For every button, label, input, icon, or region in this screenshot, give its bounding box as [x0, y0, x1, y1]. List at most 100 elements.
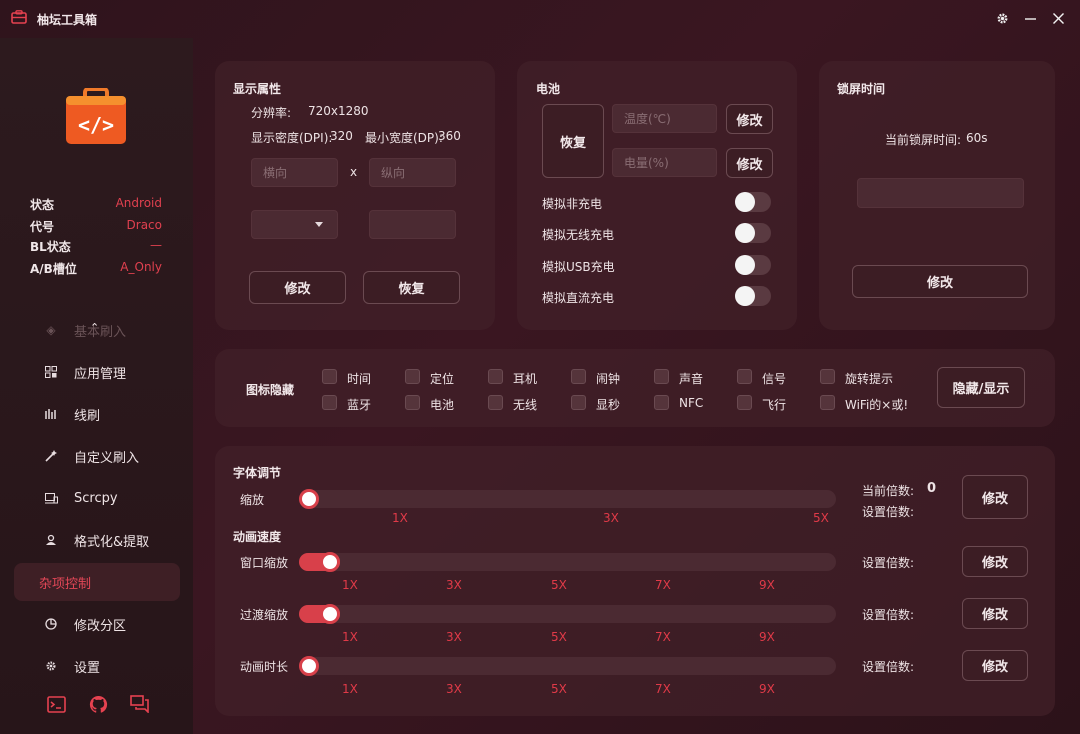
dpi-dropdown[interactable]	[251, 210, 338, 239]
flash-icon: ◈	[46, 323, 56, 337]
settings-gear-icon[interactable]	[993, 9, 1011, 27]
toggle-label-dc-charging: 模拟直流充电	[542, 291, 615, 305]
toggle-wireless-charging[interactable]	[735, 223, 771, 243]
icon-hide-checkbox[interactable]	[322, 369, 337, 384]
chat-icon[interactable]	[130, 694, 150, 714]
close-icon[interactable]	[1049, 9, 1067, 27]
temperature-modify-button[interactable]: 修改	[726, 104, 773, 134]
icon-hide-checkbox[interactable]	[737, 369, 752, 384]
icon-hide-label: 蓝牙	[347, 398, 372, 412]
sidebar-item-custom-flash[interactable]: 自定义刷入	[14, 437, 180, 475]
battery-restore-button[interactable]: 恢复	[542, 104, 604, 178]
font-modify-button[interactable]: 修改	[962, 475, 1028, 519]
lock-time-label: 当前锁屏时间:	[885, 133, 962, 147]
hide-show-button[interactable]: 隐藏/显示	[937, 367, 1025, 408]
icon-hide-label: 旋转提示	[845, 372, 894, 386]
times-sign: x	[350, 165, 358, 179]
font-set-label: 设置倍数:	[862, 505, 915, 519]
battery-card: 电池 恢复 温度(℃) 修改 电量(%) 修改 模拟非充电 模拟无线充电 模拟U…	[517, 61, 797, 330]
animation-duration-modify-button[interactable]: 修改	[962, 650, 1028, 681]
battery-level-input[interactable]: 电量(%)	[612, 148, 717, 177]
animation-duration-slider-thumb[interactable]	[299, 656, 319, 676]
icon-hide-checkbox[interactable]	[488, 395, 503, 410]
format-icon	[44, 533, 58, 547]
icon-hide-label: 定位	[430, 372, 455, 386]
sidebar-item-settings[interactable]: 设置	[14, 647, 180, 685]
font-scale-tick: 5X	[813, 511, 829, 525]
sidebar-item-format-extract[interactable]: 格式化&提取	[14, 521, 180, 559]
transition-scale-modify-button[interactable]: 修改	[962, 598, 1028, 629]
sidebar-item-misc-control[interactable]: 杂项控制	[14, 563, 180, 601]
window-scale-slider-thumb[interactable]	[319, 552, 340, 572]
sidebar: </> 状态 Android 代号 Draco BL状态 — A/B槽位 A_O…	[0, 38, 193, 734]
icon-hide-checkbox[interactable]	[405, 369, 420, 384]
icon-hide-label: 信号	[762, 372, 787, 386]
font-scale-label: 缩放	[240, 493, 265, 507]
settings-icon	[44, 659, 58, 673]
toggle-dc-charging[interactable]	[735, 286, 771, 306]
transition-scale-label: 过渡缩放	[240, 608, 289, 622]
sidebar-bottom-links	[46, 694, 150, 714]
icon-hide-label: 飞行	[762, 398, 787, 412]
icon-hide-checkbox[interactable]	[571, 395, 586, 410]
font-scale-slider[interactable]	[299, 489, 836, 509]
sidebar-item-line-flash[interactable]: 线刷	[14, 395, 180, 433]
icon-hide-label: 闹钟	[596, 372, 621, 386]
toggle-usb-charging[interactable]	[735, 255, 771, 275]
battery-level-modify-button[interactable]: 修改	[726, 148, 773, 178]
lock-screen-card: 锁屏时间 当前锁屏时间: 60s 修改	[819, 61, 1055, 330]
icon-hide-label: 耳机	[513, 372, 538, 386]
sidebar-item-modify-partition[interactable]: 修改分区	[14, 605, 180, 643]
icon-hide-checkbox[interactable]	[405, 395, 420, 410]
icon-hide-checkbox[interactable]	[737, 395, 752, 410]
app-window: 柚坛工具箱 </> 状态 Android 代号 Draco BL状态 — A/B…	[0, 0, 1080, 734]
app-title: 柚坛工具箱	[37, 13, 98, 27]
animation-duration-slider[interactable]	[299, 656, 836, 676]
window-scale-slider[interactable]	[299, 552, 836, 572]
dpi-value: 320	[330, 129, 353, 143]
sidebar-item-scrcpy[interactable]: Scrcpy	[14, 479, 180, 517]
icon-hide-checkbox[interactable]	[322, 395, 337, 410]
resolution-label: 分辨率:	[251, 106, 292, 120]
display-properties-card: 显示属性 分辨率: 720x1280 显示密度(DPI): 320 最小宽度(D…	[215, 61, 495, 330]
info-bl-status: BL状态 —	[30, 238, 162, 254]
font-scale-tick: 1X	[392, 511, 408, 525]
icon-hide-checkbox[interactable]	[488, 369, 503, 384]
dpi-value-input[interactable]	[369, 210, 456, 239]
icon-hide-checkbox[interactable]	[820, 395, 835, 410]
temperature-input[interactable]: 温度(℃)	[612, 104, 717, 133]
resolution-value: 720x1280	[308, 104, 369, 118]
icon-hide-checkbox[interactable]	[820, 369, 835, 384]
display-restore-button[interactable]: 恢复	[363, 271, 460, 304]
terminal-icon[interactable]	[46, 694, 66, 714]
transition-scale-slider[interactable]	[299, 604, 836, 624]
toggle-not-charging[interactable]	[735, 192, 771, 212]
icon-hide-label: 时间	[347, 372, 372, 386]
svg-text:</>: </>	[78, 113, 114, 137]
lock-time-input[interactable]	[857, 178, 1024, 208]
icon-hide-checkbox[interactable]	[654, 395, 669, 410]
wand-icon	[44, 449, 58, 463]
lock-modify-button[interactable]: 修改	[852, 265, 1028, 298]
vertical-input[interactable]: 纵向	[369, 158, 456, 187]
font-scale-slider-thumb[interactable]	[299, 489, 319, 509]
github-icon[interactable]	[88, 694, 108, 714]
font-current-value: 0	[927, 481, 937, 496]
info-ab-slot: A/B槽位 A_Only	[30, 260, 162, 276]
horizontal-input[interactable]: 横向	[251, 158, 338, 187]
minimize-icon[interactable]	[1021, 9, 1039, 27]
screen-icon	[44, 491, 58, 505]
sidebar-item-app-manage[interactable]: 应用管理	[14, 353, 180, 391]
title-bar[interactable]: 柚坛工具箱	[0, 0, 1080, 38]
transition-scale-tick: 7X	[655, 630, 671, 644]
chevron-up-icon[interactable]: ⌃	[90, 321, 99, 334]
icon-hide-checkbox[interactable]	[571, 369, 586, 384]
display-modify-button[interactable]: 修改	[249, 271, 346, 304]
window-scale-label: 窗口缩放	[240, 556, 289, 570]
transition-scale-tick: 3X	[446, 630, 462, 644]
icon-hide-checkbox[interactable]	[654, 369, 669, 384]
window-scale-modify-button[interactable]: 修改	[962, 546, 1028, 577]
transition-scale-slider-thumb[interactable]	[319, 604, 340, 624]
lock-time-value: 60s	[966, 131, 988, 145]
transition-scale-tick: 5X	[551, 630, 567, 644]
